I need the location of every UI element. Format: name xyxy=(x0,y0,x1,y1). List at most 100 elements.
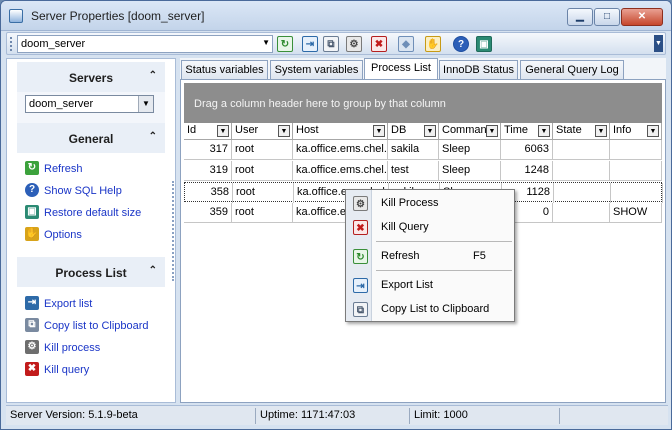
menu-item-kill-process[interactable]: ⚙ Kill Process xyxy=(347,193,513,215)
window-app-icon xyxy=(9,9,23,23)
restore-size-icon: ▣ xyxy=(25,205,39,219)
maximize-button[interactable]: □ xyxy=(594,8,620,26)
column-header-db[interactable]: DB ▼ xyxy=(388,123,439,140)
collapse-icon[interactable]: ⌃ xyxy=(149,265,157,276)
column-header-label: Host xyxy=(296,124,319,136)
filter-dropdown-icon[interactable]: ▼ xyxy=(217,125,229,137)
splitter-handle[interactable] xyxy=(172,181,175,281)
sidebar-item-label: Export list xyxy=(44,298,93,310)
close-button[interactable]: ✕ xyxy=(621,8,663,26)
cell-db: sakila xyxy=(388,140,439,160)
column-header-host[interactable]: Host ▼ xyxy=(293,123,388,140)
connect-icon[interactable]: ◆ xyxy=(398,36,414,52)
menu-item-label: Export List xyxy=(381,279,433,291)
toolbar-grip[interactable] xyxy=(10,37,13,51)
copy-list-icon: ⧉ xyxy=(25,318,39,332)
kill-process-icon: ⚙ xyxy=(25,340,39,354)
column-header-command[interactable]: Comman ▼ xyxy=(439,123,501,140)
menu-item-label: Copy List to Clipboard xyxy=(381,303,490,315)
menu-item-label: Kill Process xyxy=(381,197,439,209)
copy-list-icon[interactable]: ⧉ xyxy=(323,36,339,52)
options-icon[interactable]: ✋ xyxy=(425,36,441,52)
title-bar: Server Properties [doom_server] ▁ □ ✕ xyxy=(1,1,671,31)
sidebar-item-label: Restore default size xyxy=(44,207,142,219)
kill-query-icon[interactable]: ✖ xyxy=(371,36,387,52)
kill-query-icon: ✖ xyxy=(25,362,39,376)
general-header[interactable]: General ⌃ xyxy=(17,123,165,153)
menu-separator xyxy=(376,241,512,242)
cell-info xyxy=(610,161,662,181)
help-icon[interactable]: ? xyxy=(453,36,469,52)
cell-host: ka.office.ems.chel. xyxy=(293,161,388,181)
chevron-down-icon: ▼ xyxy=(262,38,270,47)
status-bar: Server Version: 5.1.9-beta Uptime: 1171:… xyxy=(6,405,668,425)
column-header-time[interactable]: Time ▼ xyxy=(501,123,553,140)
table-row[interactable]: 317 root ka.office.ems.chel. sakila Slee… xyxy=(184,140,662,160)
cell-user: root xyxy=(232,203,293,223)
export-list-icon[interactable]: ⇥ xyxy=(302,36,318,52)
tab-innodb-status[interactable]: InnoDB Status xyxy=(439,60,518,80)
status-server-version: Server Version: 5.1.9-beta xyxy=(6,408,256,424)
sidebar-item-label: Copy list to Clipboard xyxy=(44,320,149,332)
cell-state xyxy=(553,140,610,160)
export-list-icon: ⇥ xyxy=(25,296,39,310)
cell-info xyxy=(611,183,663,203)
menu-separator xyxy=(376,270,512,271)
tab-general-query-log[interactable]: General Query Log xyxy=(520,60,624,80)
column-header-label: Id xyxy=(187,124,197,136)
toolbar-overflow-icon[interactable]: ▼ xyxy=(654,35,663,52)
cell-time: 6063 xyxy=(501,140,553,160)
toolbar: doom_server ▼ ↻ ⇥ ⧉ ⚙ ✖ ◆ ✋ ? ▣ ▼ xyxy=(6,32,666,55)
collapse-icon[interactable]: ⌃ xyxy=(149,70,157,81)
filter-dropdown-icon[interactable]: ▼ xyxy=(486,125,498,137)
copy-list-icon: ⧉ xyxy=(353,302,368,317)
filter-dropdown-icon[interactable]: ▼ xyxy=(278,125,290,137)
cell-time: 1248 xyxy=(501,161,553,181)
filter-dropdown-icon[interactable]: ▼ xyxy=(538,125,550,137)
process-list-header[interactable]: Process List ⌃ xyxy=(17,257,165,287)
sidebar-item-label: Kill process xyxy=(44,342,101,354)
server-select[interactable]: doom_server ▼ xyxy=(17,35,273,53)
sidebar-server-select[interactable]: doom_server ▼ xyxy=(25,95,154,113)
column-header-id[interactable]: Id ▼ xyxy=(184,123,232,140)
menu-item-refresh[interactable]: ↻ Refresh F5 xyxy=(347,246,513,268)
tab-process-list[interactable]: Process List xyxy=(364,58,438,80)
window-icon[interactable]: ▣ xyxy=(476,36,492,52)
menu-item-export-list[interactable]: ⇥ Export List xyxy=(347,275,513,297)
refresh-icon[interactable]: ↻ xyxy=(277,36,293,52)
help-icon: ? xyxy=(25,183,39,197)
filter-dropdown-icon[interactable]: ▼ xyxy=(424,125,436,137)
table-row[interactable]: 319 root ka.office.ems.chel. test Sleep … xyxy=(184,161,662,181)
cell-host: ka.office.ems.chel. xyxy=(293,140,388,160)
status-resize-grip[interactable] xyxy=(560,408,668,424)
filter-dropdown-icon[interactable]: ▼ xyxy=(595,125,607,137)
tab-status-variables[interactable]: Status variables xyxy=(181,60,268,80)
servers-header[interactable]: Servers ⌃ xyxy=(17,62,165,92)
column-header-info[interactable]: Info ▼ xyxy=(610,123,662,140)
column-header-label: Time xyxy=(504,124,529,136)
kill-process-icon: ⚙ xyxy=(353,196,368,211)
window-title: Server Properties [doom_server] xyxy=(31,9,205,23)
collapse-icon[interactable]: ⌃ xyxy=(149,131,157,142)
cell-command: Sleep xyxy=(439,161,501,181)
group-by-panel[interactable]: Drag a column header here to group by th… xyxy=(184,83,662,123)
column-header-state[interactable]: State ▼ xyxy=(553,123,610,140)
process-list-header-title: Process List xyxy=(55,266,127,280)
menu-item-label: Refresh xyxy=(381,250,420,262)
sidebar-server-value: doom_server xyxy=(29,98,94,110)
options-icon: ✋ xyxy=(25,227,39,241)
cell-info xyxy=(610,140,662,160)
minimize-button[interactable]: ▁ xyxy=(567,8,593,26)
kill-process-icon[interactable]: ⚙ xyxy=(346,36,362,52)
cell-id: 319 xyxy=(184,161,232,181)
menu-item-copy-list[interactable]: ⧉ Copy List to Clipboard xyxy=(347,299,513,321)
filter-dropdown-icon[interactable]: ▼ xyxy=(373,125,385,137)
context-menu: ⚙ Kill Process ✖ Kill Query ↻ Refresh F5… xyxy=(345,189,515,322)
cell-state xyxy=(554,183,611,203)
menu-item-kill-query[interactable]: ✖ Kill Query xyxy=(347,217,513,239)
servers-header-title: Servers xyxy=(68,71,114,85)
column-header-user[interactable]: User ▼ xyxy=(232,123,293,140)
menu-item-label: Kill Query xyxy=(381,221,429,233)
tab-system-variables[interactable]: System variables xyxy=(270,60,363,80)
filter-dropdown-icon[interactable]: ▼ xyxy=(647,125,659,137)
